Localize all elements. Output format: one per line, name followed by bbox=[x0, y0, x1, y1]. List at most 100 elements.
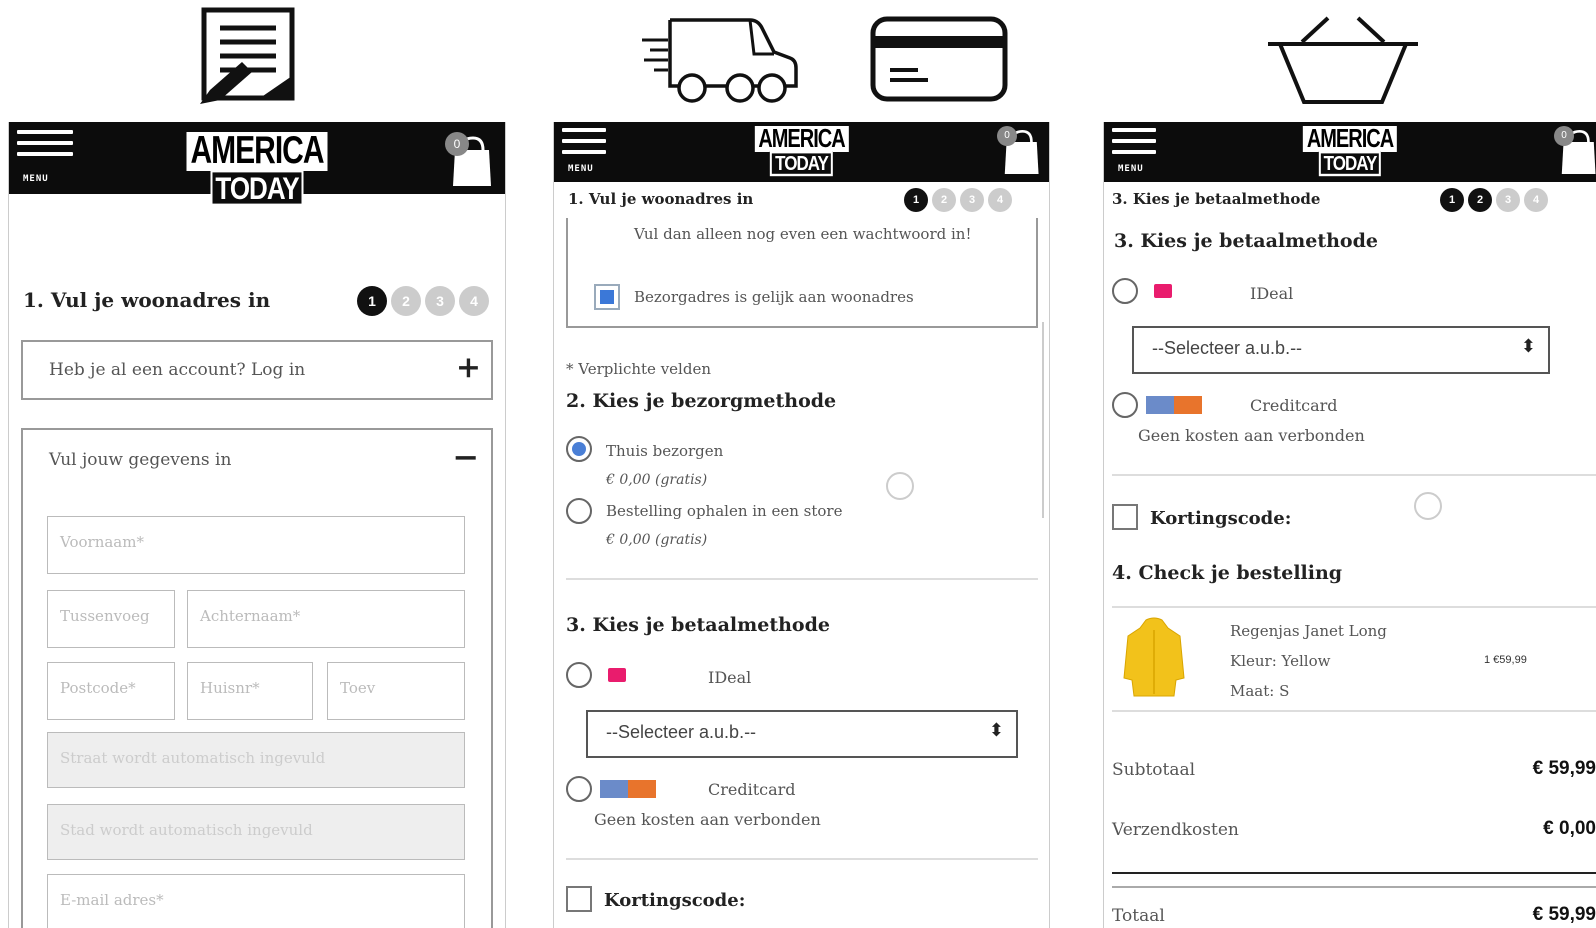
site-header: MENU AMERICA TODAY 0 bbox=[1104, 122, 1596, 182]
step-1: 1 bbox=[904, 188, 928, 212]
logo-line2: TODAY bbox=[1318, 151, 1382, 177]
ideal-logo-icon bbox=[1154, 284, 1172, 298]
ideal-label: IDeal bbox=[1250, 284, 1294, 303]
step-indicator: 1 2 3 4 bbox=[357, 286, 489, 316]
same-address-checkbox[interactable] bbox=[594, 284, 620, 310]
menu-label: MENU bbox=[1118, 164, 1144, 174]
loading-spinner-icon bbox=[1414, 492, 1442, 520]
total-divider bbox=[1112, 872, 1596, 874]
password-note: Vul dan alleen nog even een wachtwoord i… bbox=[634, 225, 972, 243]
addition-input[interactable]: Toev bbox=[327, 662, 465, 720]
total-label: Totaal bbox=[1112, 906, 1165, 926]
first-name-input[interactable]: Voornaam* bbox=[47, 516, 465, 574]
ideal-radio[interactable] bbox=[1112, 278, 1138, 304]
bank-select-value: --Selecteer a.u.b.-- bbox=[606, 722, 757, 742]
creditcard-logos-icon bbox=[1146, 396, 1202, 414]
product-qty-price: 1 €59,99 bbox=[1484, 654, 1527, 666]
loading-spinner-icon bbox=[886, 472, 914, 500]
discount-checkbox[interactable] bbox=[566, 886, 592, 912]
divider bbox=[566, 578, 1038, 580]
details-accordion-label: Vul jouw gegevens in bbox=[49, 450, 232, 470]
site-header: MENU AMERICA TODAY 0 bbox=[554, 122, 1049, 182]
divider bbox=[1112, 606, 1596, 608]
subtotal-label: Subtotaal bbox=[1112, 760, 1196, 780]
checkout-screen-delivery: MENU AMERICA TODAY 0 1. Vul je woonadres… bbox=[553, 122, 1050, 928]
discount-label: Kortingscode: bbox=[1150, 508, 1292, 529]
creditcard-note: Geen kosten aan verbonden bbox=[1138, 426, 1365, 445]
store-pickup-radio[interactable] bbox=[566, 498, 592, 524]
creditcard-radio[interactable] bbox=[1112, 392, 1138, 418]
step-indicator: 1 2 3 4 bbox=[904, 188, 1012, 212]
checkout-screen-payment: MENU AMERICA TODAY 0 3. Kies je betaalme… bbox=[1103, 122, 1596, 928]
step-2: 2 bbox=[391, 286, 421, 316]
login-accordion[interactable]: Heb je al een account? Log in + bbox=[21, 340, 493, 400]
last-name-input[interactable]: Achternaam* bbox=[187, 590, 465, 648]
select-arrows-icon: ⬍ bbox=[988, 720, 1004, 740]
discount-checkbox[interactable] bbox=[1112, 504, 1138, 530]
cart-button[interactable]: 0 bbox=[1554, 126, 1596, 174]
creditcard-note: Geen kosten aan verbonden bbox=[594, 810, 821, 829]
same-address-label: Bezorgadres is gelijk aan woonadres bbox=[634, 288, 914, 306]
home-delivery-radio[interactable] bbox=[566, 436, 592, 462]
home-delivery-label: Thuis bezorgen bbox=[606, 442, 724, 460]
total-divider bbox=[1112, 886, 1596, 888]
america-today-logo[interactable]: AMERICA TODAY bbox=[754, 126, 849, 177]
city-input: Stad wordt automatisch ingevuld bbox=[47, 804, 465, 860]
menu-button[interactable] bbox=[17, 130, 73, 163]
shipping-value: € 0,00 bbox=[1543, 818, 1596, 839]
checkout-screen-address: MENU AMERICA TODAY 0 1. Vul je woonadres… bbox=[8, 122, 506, 928]
bank-select[interactable]: --Selecteer a.u.b.-- ⬍ bbox=[586, 710, 1018, 758]
creditcard-radio[interactable] bbox=[566, 776, 592, 802]
america-today-logo[interactable]: AMERICA TODAY bbox=[1302, 126, 1398, 177]
step-1: 1 bbox=[1440, 188, 1464, 212]
cart-count-badge: 0 bbox=[997, 126, 1017, 146]
street-input: Straat wordt automatisch ingevuld bbox=[47, 732, 465, 788]
address-summary-box: Vul dan alleen nog even een wachtwoord i… bbox=[566, 218, 1038, 328]
logo-line2: TODAY bbox=[770, 151, 833, 177]
divider bbox=[1112, 474, 1596, 476]
menu-button[interactable] bbox=[1112, 128, 1156, 161]
minus-icon[interactable]: − bbox=[452, 438, 479, 476]
cart-button[interactable]: 0 bbox=[997, 126, 1039, 174]
step-title: 3. Kies je betaalmethode bbox=[1112, 190, 1321, 208]
house-number-input[interactable]: Huisnr* bbox=[187, 662, 313, 720]
step-3: 3 bbox=[1496, 188, 1520, 212]
scrollbar[interactable] bbox=[1042, 322, 1044, 518]
product-image-raincoat[interactable] bbox=[1122, 616, 1186, 700]
divider bbox=[566, 858, 1038, 860]
america-today-logo[interactable]: AMERICA TODAY bbox=[186, 131, 328, 206]
prefix-input[interactable]: Tussenvoeg bbox=[47, 590, 175, 648]
site-header: MENU AMERICA TODAY 0 bbox=[9, 122, 505, 206]
product-size: Maat: S bbox=[1230, 682, 1290, 700]
form-edit-icon bbox=[198, 6, 302, 110]
menu-button[interactable] bbox=[562, 128, 606, 161]
step-1: 1 bbox=[357, 286, 387, 316]
shipping-label: Verzendkosten bbox=[1112, 820, 1239, 840]
email-input[interactable]: E-mail adres* bbox=[47, 874, 465, 928]
ideal-radio[interactable] bbox=[566, 662, 592, 688]
credit-card-icon bbox=[870, 16, 1010, 104]
cart-button[interactable]: 0 bbox=[445, 132, 491, 186]
menu-label: MENU bbox=[568, 164, 594, 174]
required-note: * Verplichte velden bbox=[566, 360, 711, 378]
payment-heading: 3. Kies je betaalmethode bbox=[566, 614, 830, 636]
step-4: 4 bbox=[1524, 188, 1548, 212]
ideal-logo-icon bbox=[608, 668, 626, 682]
bank-select[interactable]: --Selecteer a.u.b.-- ⬍ bbox=[1132, 326, 1550, 374]
logo-line2: TODAY bbox=[210, 170, 304, 206]
postcode-input[interactable]: Postcode* bbox=[47, 662, 175, 720]
store-pickup-price: € 0,00 (gratis) bbox=[606, 532, 708, 548]
login-accordion-label: Heb je al een account? Log in bbox=[49, 360, 306, 380]
ideal-label: IDeal bbox=[708, 668, 752, 687]
cart-count-badge: 0 bbox=[445, 132, 469, 156]
step-title: 1. Vul je woonadres in bbox=[23, 288, 271, 312]
store-pickup-label: Bestelling ophalen in een store bbox=[606, 502, 843, 520]
select-arrows-icon: ⬍ bbox=[1520, 336, 1536, 356]
step-3: 3 bbox=[425, 286, 455, 316]
creditcard-label: Creditcard bbox=[1250, 396, 1338, 415]
creditcard-logos-icon bbox=[600, 780, 656, 798]
step-2: 2 bbox=[932, 188, 956, 212]
plus-icon[interactable]: + bbox=[456, 350, 481, 385]
logo-line1: AMERICA bbox=[754, 126, 849, 152]
step-4: 4 bbox=[988, 188, 1012, 212]
